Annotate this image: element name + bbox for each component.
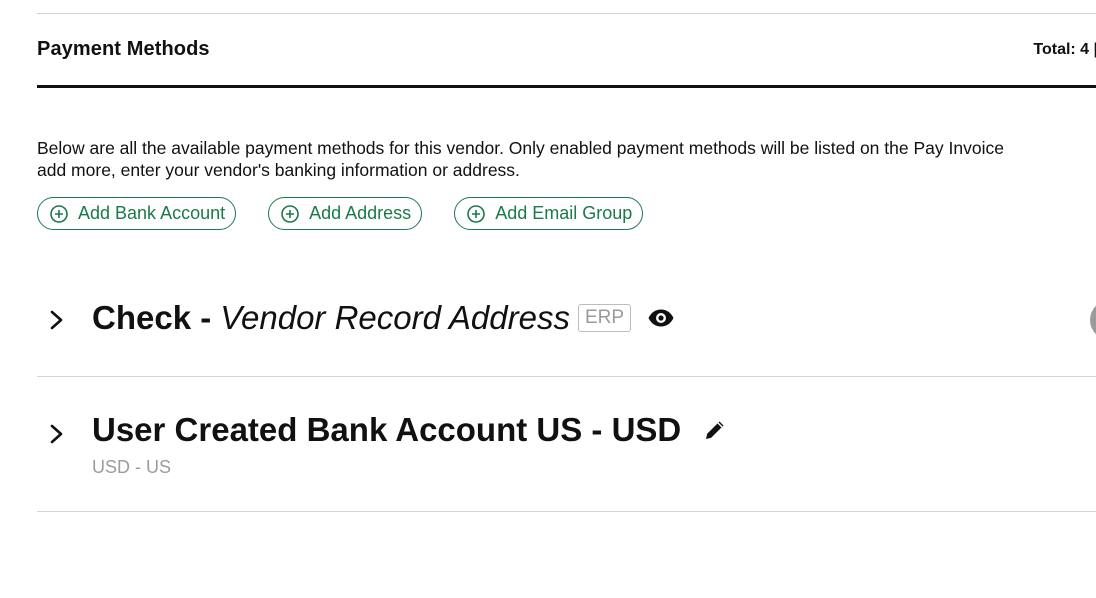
add-address-label: Add Address — [309, 203, 412, 223]
chevron-right-icon[interactable] — [47, 422, 67, 446]
total-count: Total: 4 | — [1033, 41, 1096, 58]
add-email-group-label: Add Email Group — [495, 203, 633, 223]
description-text: Below are all the available payment meth… — [37, 137, 1096, 181]
payment-method-row: User Created Bank Account US - USD USD -… — [37, 394, 1096, 512]
check-label: Check - — [92, 299, 212, 336]
add-email-group-button[interactable]: Add Email Group — [454, 197, 644, 230]
plus-circle-icon — [281, 204, 299, 223]
section-title: Payment Methods — [37, 38, 210, 60]
payment-method-row: Check - Vendor Record Address ERP — [37, 280, 1096, 377]
page: Payment Methods Total: 4 | Below are all… — [0, 0, 1096, 598]
add-bank-account-label: Add Bank Account — [78, 203, 226, 223]
bank-account-title: User Created Bank Account US - USD — [92, 411, 682, 448]
description-line-1: Below are all the available payment meth… — [37, 138, 1004, 158]
add-bank-account-button[interactable]: Add Bank Account — [37, 197, 237, 230]
payment-method-title: Check - Vendor Record Address ERP — [92, 299, 675, 337]
plus-circle-icon — [467, 204, 485, 223]
pencil-icon[interactable] — [703, 418, 727, 442]
eye-icon[interactable] — [647, 307, 675, 329]
top-divider — [37, 13, 1096, 14]
chevron-right-icon[interactable] — [47, 308, 67, 332]
description-line-2: add more, enter your vendor's banking in… — [37, 160, 520, 180]
currency-country: USD - US — [92, 457, 172, 477]
add-address-button[interactable]: Add Address — [268, 197, 423, 230]
vendor-record-address: Vendor Record Address — [220, 299, 570, 336]
erp-badge: ERP — [577, 304, 632, 332]
plus-circle-icon — [50, 204, 68, 223]
payment-method-title: User Created Bank Account US - USD — [92, 411, 727, 449]
action-buttons: Add Bank Account Add Address Add Email G… — [37, 197, 644, 230]
payment-methods-header: Payment Methods Total: 4 | — [37, 38, 1096, 88]
